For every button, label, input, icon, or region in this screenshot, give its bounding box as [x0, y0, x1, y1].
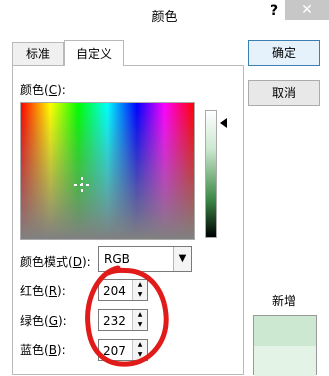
blue-stepper[interactable]: 207 ▲ ▼ — [98, 339, 148, 361]
tab-standard[interactable]: 标准 — [12, 42, 64, 66]
color-preview — [253, 315, 317, 376]
help-button[interactable]: ? — [266, 2, 282, 20]
luminance-arrow-icon[interactable] — [220, 118, 227, 128]
red-label: 红色(R): — [20, 284, 66, 298]
chevron-down-icon[interactable]: ▼ — [173, 247, 191, 271]
green-stepper[interactable]: 232 ▲ ▼ — [98, 309, 148, 331]
blue-value[interactable]: 207 — [103, 344, 126, 358]
blue-label: 蓝色(B): — [20, 343, 66, 357]
cancel-button[interactable]: 取消 — [248, 80, 320, 106]
crosshair-cursor[interactable] — [74, 177, 91, 194]
red-stepper[interactable]: 204 ▲ ▼ — [98, 279, 148, 301]
luminance-slider[interactable] — [205, 110, 217, 238]
new-color-swatch — [254, 316, 316, 346]
blue-down-arrow-icon[interactable]: ▼ — [133, 350, 147, 360]
red-value[interactable]: 204 — [103, 284, 126, 298]
color-mode-select[interactable]: RGB ▼ — [98, 246, 192, 272]
color-mode-label: 颜色模式(D): — [20, 255, 91, 269]
green-label: 绿色(G): — [20, 314, 67, 328]
green-value[interactable]: 232 — [103, 314, 126, 328]
colors-label: 颜色(C): — [20, 83, 66, 97]
title-bar: 颜色 ? ✕ — [0, 0, 329, 30]
ok-button[interactable]: 确定 — [248, 40, 320, 66]
current-color-swatch — [254, 346, 316, 376]
new-color-label: 新增 — [272, 294, 297, 308]
close-button[interactable]: ✕ — [285, 0, 329, 20]
red-down-arrow-icon[interactable]: ▼ — [133, 290, 147, 300]
tab-custom[interactable]: 自定义 — [64, 40, 124, 66]
green-down-arrow-icon[interactable]: ▼ — [133, 320, 147, 330]
color-spectrum[interactable] — [20, 102, 195, 240]
color-mode-value: RGB — [104, 252, 130, 266]
